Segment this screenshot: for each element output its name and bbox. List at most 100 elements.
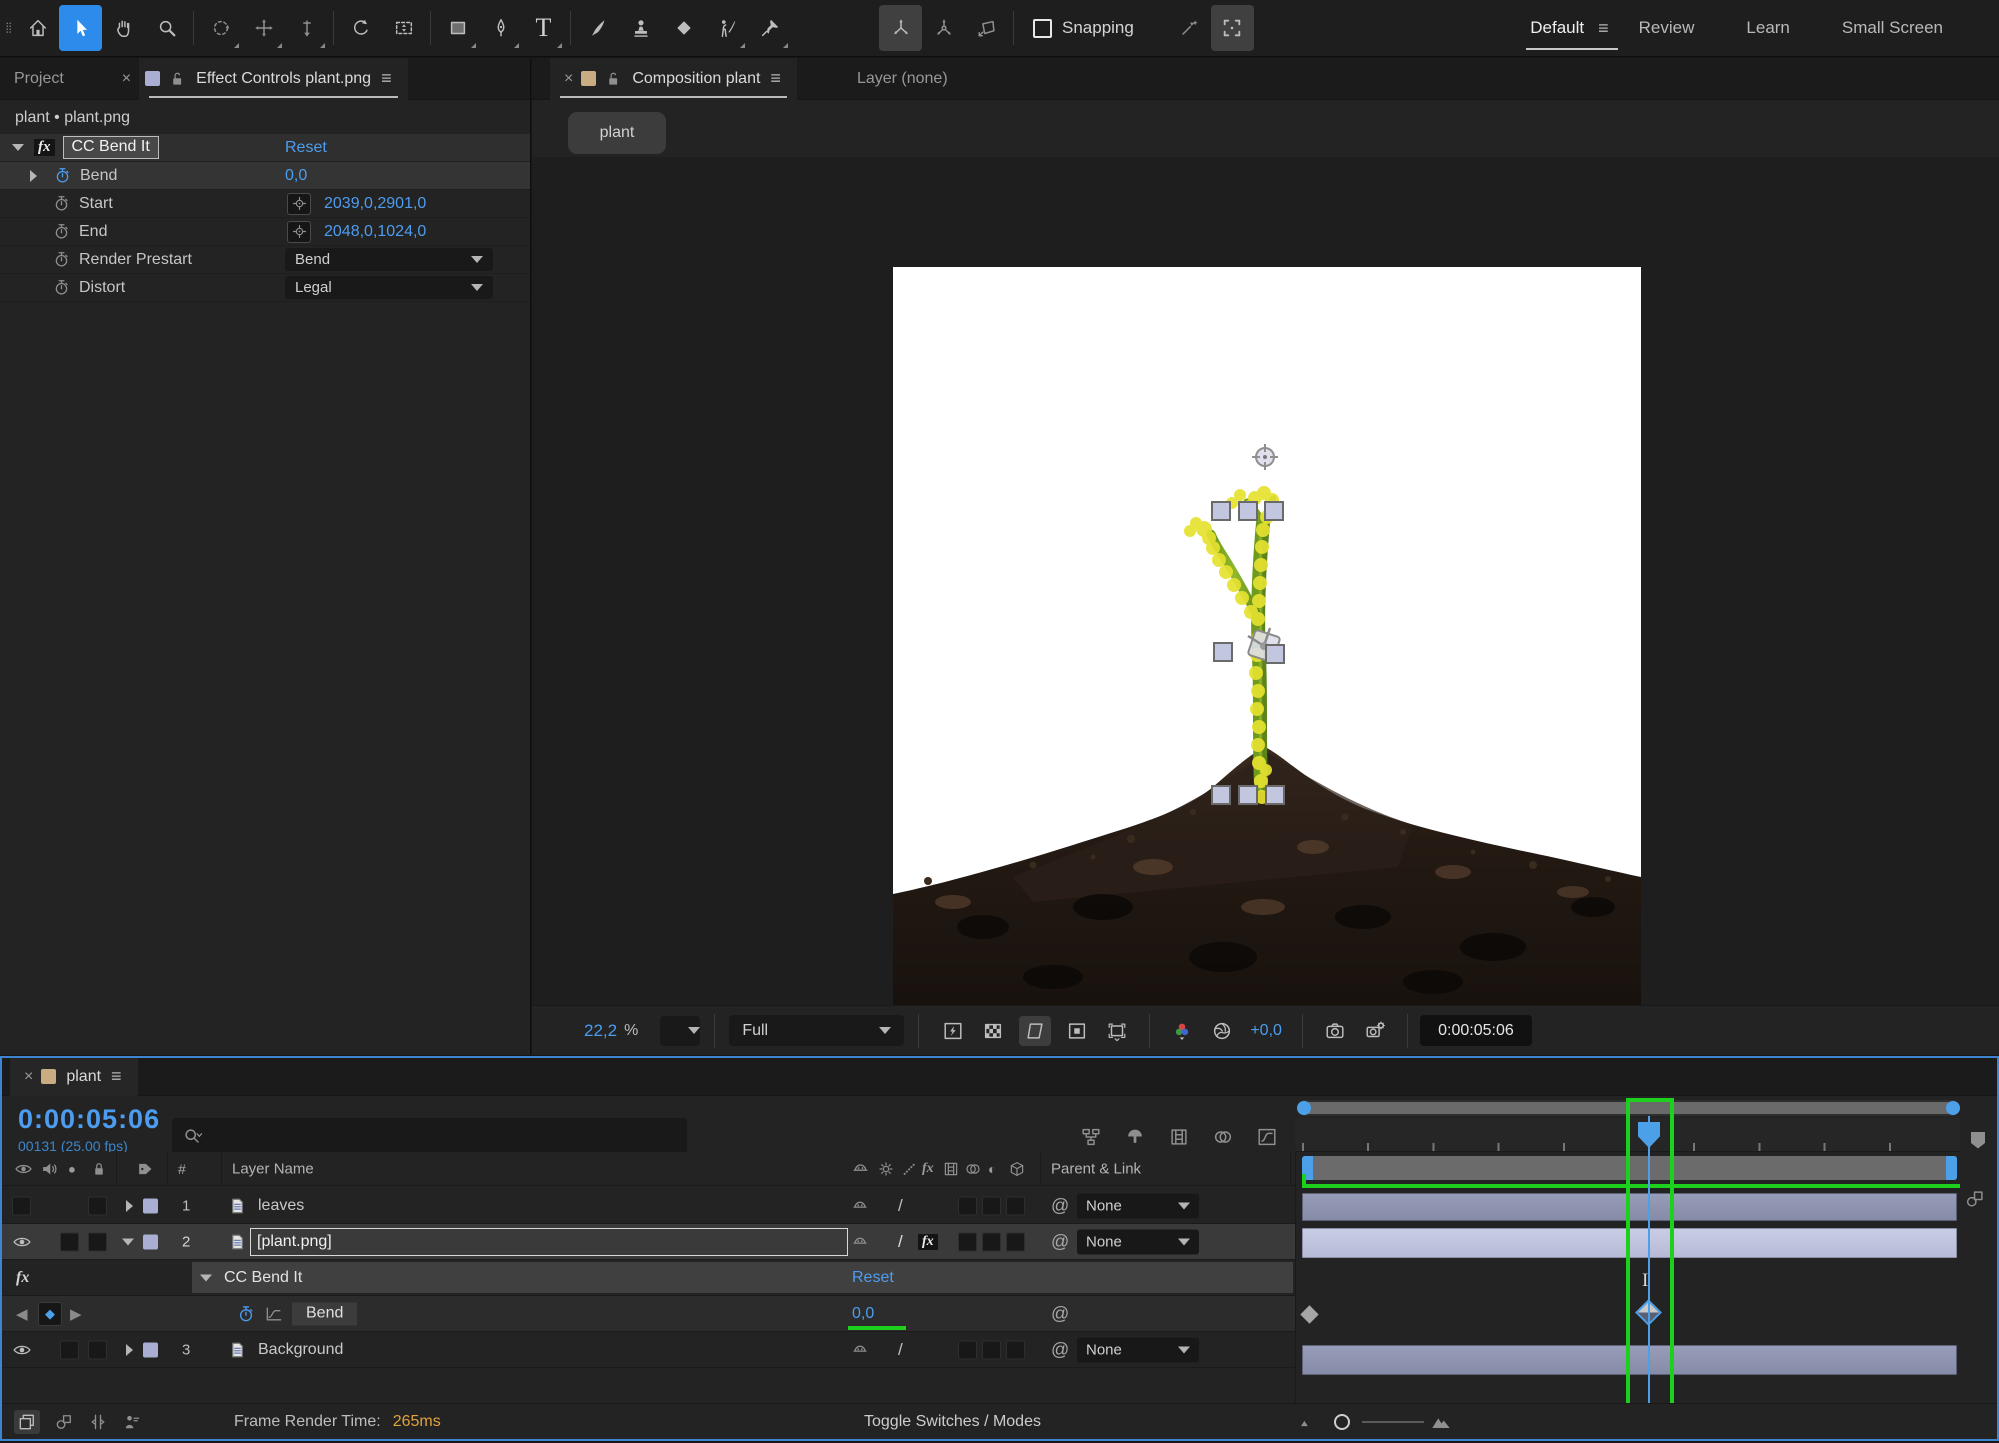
- effect-reset-link[interactable]: Reset: [285, 139, 327, 157]
- parent-pickwhip-icon[interactable]: @: [1051, 1231, 1069, 1252]
- view-axis-mode[interactable]: [965, 5, 1008, 51]
- exposure-shutter-icon[interactable]: [1211, 1020, 1233, 1042]
- shy-toggle-icon[interactable]: [851, 1341, 869, 1359]
- transfer-controls-icon[interactable]: [54, 1412, 74, 1432]
- effect-header-row[interactable]: fx CC Bend It Reset: [0, 134, 530, 162]
- navigator-start-handle[interactable]: [1297, 1101, 1311, 1115]
- timeline-zoom-handle[interactable]: [1334, 1414, 1350, 1430]
- switch-slot[interactable]: [1006, 1340, 1025, 1359]
- shy-toggle-icon[interactable]: [851, 1197, 869, 1215]
- layer-label-swatch[interactable]: [143, 1198, 158, 1213]
- quality-toggle[interactable]: /: [898, 1340, 903, 1360]
- composition-chip-plant[interactable]: plant: [568, 112, 666, 154]
- brush-tool[interactable]: [576, 5, 619, 51]
- layer-name[interactable]: Background: [258, 1341, 343, 1359]
- draft-3d-icon[interactable]: [1124, 1126, 1146, 1148]
- solo-slot[interactable]: [60, 1340, 79, 1359]
- shy-toggle-icon[interactable]: [851, 1233, 869, 1251]
- pen-tool[interactable]: [479, 5, 522, 51]
- roi-toggle[interactable]: [1019, 1016, 1051, 1046]
- rectangle-tool[interactable]: [436, 5, 479, 51]
- stopwatch-icon[interactable]: [52, 222, 71, 241]
- eraser-tool[interactable]: [662, 5, 705, 51]
- render-time-pane-icon[interactable]: [122, 1412, 142, 1432]
- workspace-menu-icon[interactable]: ≡: [1598, 18, 1609, 39]
- parent-dropdown[interactable]: None: [1077, 1229, 1199, 1254]
- point-target-button[interactable]: [287, 193, 311, 215]
- close-icon[interactable]: ×: [114, 70, 139, 88]
- stopwatch-icon[interactable]: [52, 278, 71, 297]
- motion-blur-icon[interactable]: [1212, 1126, 1234, 1148]
- orbit-camera-tool[interactable]: [199, 5, 242, 51]
- tab-composition[interactable]: × Composition plant ≡: [550, 58, 797, 100]
- search-input[interactable]: [172, 1118, 687, 1156]
- timeline-zoom-track[interactable]: [1362, 1421, 1424, 1423]
- add-keyframe-toggle[interactable]: ◆: [38, 1302, 62, 1326]
- fast-previews-icon[interactable]: [942, 1020, 964, 1042]
- layer-label-swatch[interactable]: [143, 1342, 158, 1357]
- comp-button-icon[interactable]: [1964, 1188, 1986, 1210]
- layer-name[interactable]: leaves: [258, 1197, 304, 1215]
- graph-editor-icon[interactable]: [1256, 1126, 1278, 1148]
- effect-name[interactable]: CC Bend It: [63, 136, 159, 159]
- render-prestart-dropdown[interactable]: Bend: [285, 248, 493, 271]
- selection-tool[interactable]: [59, 5, 102, 51]
- property-value[interactable]: 2048,0,1024,0: [324, 223, 426, 241]
- preview-timecode[interactable]: 0:00:05:06: [1420, 1015, 1532, 1046]
- parent-pickwhip-icon[interactable]: @: [1051, 1195, 1069, 1216]
- property-value[interactable]: 0,0: [852, 1305, 874, 1323]
- switch-slot[interactable]: [1006, 1196, 1025, 1215]
- eye-icon[interactable]: [12, 1232, 32, 1252]
- lock-slot[interactable]: [88, 1340, 107, 1359]
- roto-brush-tool[interactable]: [705, 5, 748, 51]
- property-row-bend-timeline[interactable]: ◀ ◆ ▶ Bend 0,0 @: [2, 1296, 1295, 1332]
- collapse-chevron-icon[interactable]: [200, 1274, 212, 1281]
- expand-chevron-icon[interactable]: [126, 1344, 133, 1356]
- tab-effect-controls[interactable]: Effect Controls plant.png ≡: [139, 58, 407, 100]
- effect-reset-link[interactable]: Reset: [852, 1269, 894, 1287]
- viewer-area[interactable]: [532, 157, 1999, 1005]
- effect-group-name[interactable]: CC Bend It: [224, 1269, 302, 1287]
- region-of-interest-icon[interactable]: [1106, 1020, 1128, 1042]
- stopwatch-icon[interactable]: [52, 250, 71, 269]
- composition-canvas[interactable]: [893, 267, 1641, 1014]
- zoom-out-mountain-icon[interactable]: [1298, 1413, 1316, 1431]
- pickwhip-wand-button[interactable]: [1168, 5, 1211, 51]
- puppet-pin-tool[interactable]: [748, 5, 791, 51]
- layer-row-background[interactable]: 3 Background / @ None: [2, 1332, 1295, 1368]
- quality-toggle[interactable]: /: [898, 1196, 903, 1216]
- panel-menu-icon[interactable]: ≡: [381, 68, 392, 89]
- mask-visibility-icon[interactable]: [1066, 1020, 1088, 1042]
- lock-icon[interactable]: [168, 70, 186, 88]
- work-area-end-handle[interactable]: [1946, 1156, 1957, 1180]
- home-tool[interactable]: [16, 5, 59, 51]
- workspace-tab-review[interactable]: Review: [1639, 18, 1695, 38]
- fx-badge[interactable]: fx: [918, 1234, 938, 1250]
- dolly-camera-tool[interactable]: [285, 5, 328, 51]
- local-axis-mode[interactable]: [879, 5, 922, 51]
- world-axis-mode[interactable]: [922, 5, 965, 51]
- point-target-button[interactable]: [287, 221, 311, 243]
- expand-chevron-icon[interactable]: [126, 1200, 133, 1212]
- property-row-bend[interactable]: Bend 0,0: [0, 162, 530, 190]
- close-icon[interactable]: ×: [556, 70, 581, 88]
- quality-toggle[interactable]: /: [898, 1232, 903, 1252]
- stamp-tool[interactable]: [619, 5, 662, 51]
- property-pickwhip-icon[interactable]: @: [1051, 1303, 1069, 1324]
- toggle-switches-modes-button[interactable]: Toggle Switches / Modes: [864, 1413, 1041, 1431]
- navigator-end-handle[interactable]: [1946, 1101, 1960, 1115]
- property-row-start[interactable]: Start 2039,0,2901,0: [0, 190, 530, 218]
- switch-slot[interactable]: [1006, 1232, 1025, 1251]
- tab-layer-none[interactable]: Layer (none): [857, 70, 948, 88]
- roi-tool[interactable]: [382, 5, 425, 51]
- workspace-tab-learn[interactable]: Learn: [1746, 18, 1789, 38]
- lock-slot[interactable]: [88, 1196, 107, 1215]
- prev-keyframe-arrow[interactable]: ◀: [16, 1305, 28, 1323]
- channel-rgb-icon[interactable]: [1171, 1020, 1193, 1042]
- hand-tool[interactable]: [102, 5, 145, 51]
- lock-slot[interactable]: [88, 1232, 107, 1251]
- workspace-tab-small-screen[interactable]: Small Screen: [1842, 18, 1943, 38]
- transparency-grid-icon[interactable]: [982, 1020, 1004, 1042]
- solo-slot[interactable]: [60, 1232, 79, 1251]
- panel-menu-icon[interactable]: ≡: [111, 1066, 122, 1087]
